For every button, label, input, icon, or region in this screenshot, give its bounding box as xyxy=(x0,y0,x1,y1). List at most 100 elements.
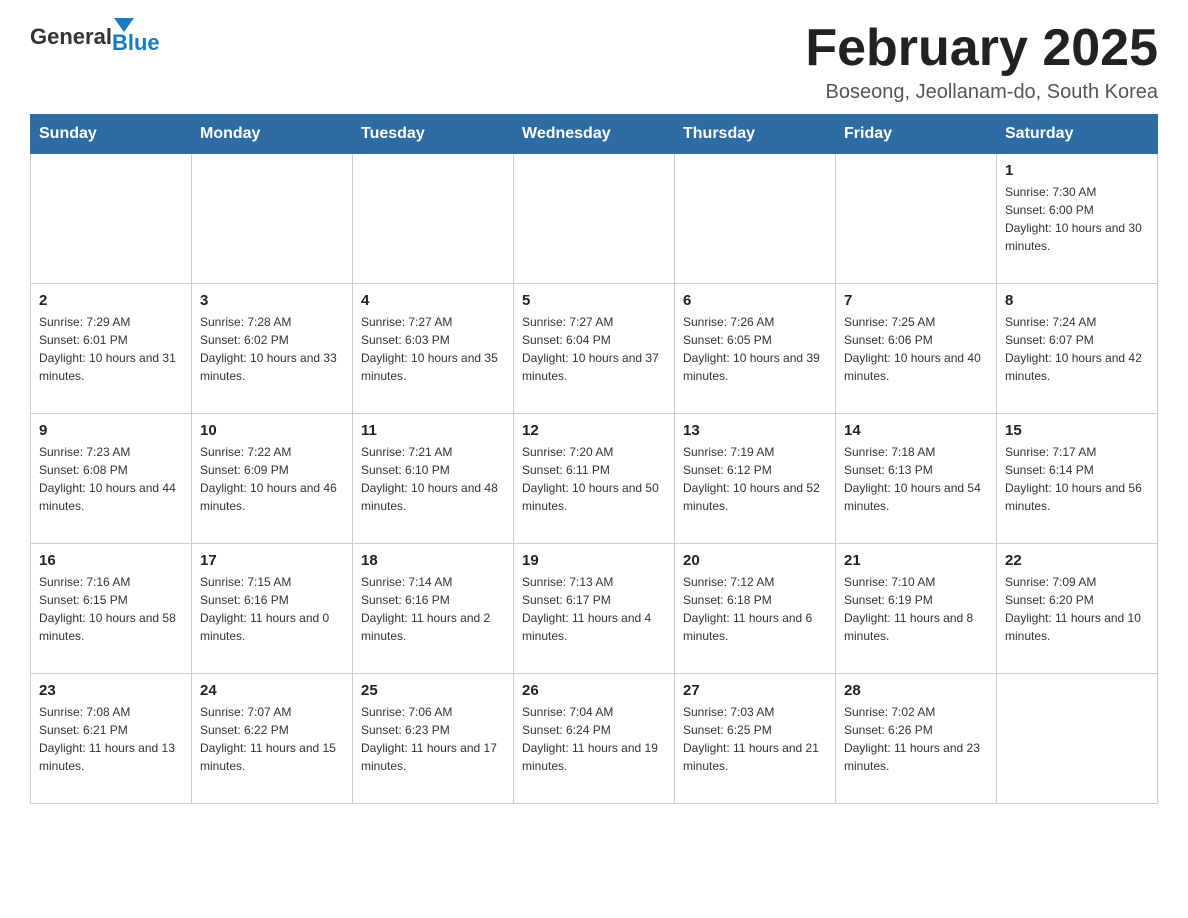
day-cell xyxy=(836,154,997,284)
day-number: 17 xyxy=(200,552,344,569)
title-section: February 2025 Boseong, Jeollanam-do, Sou… xyxy=(805,20,1158,104)
day-cell xyxy=(675,154,836,284)
logo-blue-text: Blue xyxy=(112,32,160,54)
day-cell: 26 Sunrise: 7:04 AMSunset: 6:24 PMDayligh… xyxy=(514,674,675,804)
day-number: 27 xyxy=(683,682,827,699)
day-number: 15 xyxy=(1005,422,1149,439)
day-cell: 14Sunrise: 7:18 AMSunset: 6:13 PMDayligh… xyxy=(836,414,997,544)
weekday-header-monday: Monday xyxy=(192,115,353,154)
day-number: 6 xyxy=(683,292,827,309)
day-cell: 8 Sunrise: 7:24 AMSunset: 6:07 PMDaylight… xyxy=(997,284,1158,414)
day-cell xyxy=(353,154,514,284)
day-number: 5 xyxy=(522,292,666,309)
day-cell: 19 Sunrise: 7:13 AMSunset: 6:17 PMDayligh… xyxy=(514,544,675,674)
day-cell xyxy=(514,154,675,284)
logo-general-text: General xyxy=(30,24,112,50)
day-info: Sunrise: 7:18 AMSunset: 6:13 PMDaylight:… xyxy=(844,443,988,515)
day-cell: 21 Sunrise: 7:10 AMSunset: 6:19 PMDayligh… xyxy=(836,544,997,674)
day-cell: 27Sunrise: 7:03 AMSunset: 6:25 PMDayligh… xyxy=(675,674,836,804)
weekday-header-saturday: Saturday xyxy=(997,115,1158,154)
day-cell: 11Sunrise: 7:21 AMSunset: 6:10 PMDayligh… xyxy=(353,414,514,544)
day-cell: 2Sunrise: 7:29 AMSunset: 6:01 PMDaylight… xyxy=(31,284,192,414)
weekday-header-wednesday: Wednesday xyxy=(514,115,675,154)
month-title: February 2025 xyxy=(805,20,1158,77)
day-number: 16 xyxy=(39,552,183,569)
day-info: Sunrise: 7:30 AMSunset: 6:00 PMDaylight:… xyxy=(1005,183,1149,255)
day-info: Sunrise: 7:10 AMSunset: 6:19 PMDaylight:… xyxy=(844,573,988,645)
week-row-3: 9 Sunrise: 7:23 AMSunset: 6:08 PMDaylight… xyxy=(31,414,1158,544)
weekday-header-sunday: Sunday xyxy=(31,115,192,154)
calendar-table: SundayMondayTuesdayWednesdayThursdayFrid… xyxy=(30,114,1158,804)
day-number: 4 xyxy=(361,292,505,309)
day-info: Sunrise: 7:21 AMSunset: 6:10 PMDaylight:… xyxy=(361,443,505,515)
day-cell: 20 Sunrise: 7:12 AMSunset: 6:18 PMDayligh… xyxy=(675,544,836,674)
day-number: 9 xyxy=(39,422,183,439)
weekday-header-row: SundayMondayTuesdayWednesdayThursdayFrid… xyxy=(31,115,1158,154)
day-number: 13 xyxy=(683,422,827,439)
weekday-header-tuesday: Tuesday xyxy=(353,115,514,154)
day-number: 19 xyxy=(522,552,666,569)
logo-blue-part: Blue xyxy=(112,20,160,54)
day-number: 24 xyxy=(200,682,344,699)
day-info: Sunrise: 7:12 AMSunset: 6:18 PMDaylight:… xyxy=(683,573,827,645)
day-number: 3 xyxy=(200,292,344,309)
day-cell: 13 Sunrise: 7:19 AMSunset: 6:12 PMDayligh… xyxy=(675,414,836,544)
day-cell: 25Sunrise: 7:06 AMSunset: 6:23 PMDayligh… xyxy=(353,674,514,804)
day-cell: 5 Sunrise: 7:27 AMSunset: 6:04 PMDaylight… xyxy=(514,284,675,414)
day-number: 22 xyxy=(1005,552,1149,569)
week-row-2: 2Sunrise: 7:29 AMSunset: 6:01 PMDaylight… xyxy=(31,284,1158,414)
day-info: Sunrise: 7:27 AMSunset: 6:03 PMDaylight:… xyxy=(361,313,505,385)
day-info: Sunrise: 7:19 AMSunset: 6:12 PMDaylight:… xyxy=(683,443,827,515)
week-row-5: 23Sunrise: 7:08 AMSunset: 6:21 PMDayligh… xyxy=(31,674,1158,804)
day-number: 26 xyxy=(522,682,666,699)
day-cell: 9 Sunrise: 7:23 AMSunset: 6:08 PMDaylight… xyxy=(31,414,192,544)
day-info: Sunrise: 7:28 AMSunset: 6:02 PMDaylight:… xyxy=(200,313,344,385)
day-info: Sunrise: 7:02 AMSunset: 6:26 PMDaylight:… xyxy=(844,703,988,775)
day-info: Sunrise: 7:25 AMSunset: 6:06 PMDaylight:… xyxy=(844,313,988,385)
day-number: 1 xyxy=(1005,162,1149,179)
day-cell: 1 Sunrise: 7:30 AMSunset: 6:00 PMDaylight… xyxy=(997,154,1158,284)
day-cell: 18 Sunrise: 7:14 AMSunset: 6:16 PMDayligh… xyxy=(353,544,514,674)
day-number: 2 xyxy=(39,292,183,309)
day-info: Sunrise: 7:23 AMSunset: 6:08 PMDaylight:… xyxy=(39,443,183,515)
weekday-header-thursday: Thursday xyxy=(675,115,836,154)
day-number: 20 xyxy=(683,552,827,569)
day-number: 23 xyxy=(39,682,183,699)
day-cell: 4 Sunrise: 7:27 AMSunset: 6:03 PMDaylight… xyxy=(353,284,514,414)
day-info: Sunrise: 7:09 AMSunset: 6:20 PMDaylight:… xyxy=(1005,573,1149,645)
location-title: Boseong, Jeollanam-do, South Korea xyxy=(805,81,1158,104)
day-info: Sunrise: 7:14 AMSunset: 6:16 PMDaylight:… xyxy=(361,573,505,645)
day-cell: 6 Sunrise: 7:26 AMSunset: 6:05 PMDaylight… xyxy=(675,284,836,414)
day-number: 18 xyxy=(361,552,505,569)
day-cell: 12 Sunrise: 7:20 AMSunset: 6:11 PMDayligh… xyxy=(514,414,675,544)
day-info: Sunrise: 7:22 AMSunset: 6:09 PMDaylight:… xyxy=(200,443,344,515)
day-cell: 10 Sunrise: 7:22 AMSunset: 6:09 PMDayligh… xyxy=(192,414,353,544)
day-info: Sunrise: 7:16 AMSunset: 6:15 PMDaylight:… xyxy=(39,573,183,645)
day-number: 10 xyxy=(200,422,344,439)
day-info: Sunrise: 7:13 AMSunset: 6:17 PMDaylight:… xyxy=(522,573,666,645)
day-info: Sunrise: 7:27 AMSunset: 6:04 PMDaylight:… xyxy=(522,313,666,385)
day-info: Sunrise: 7:26 AMSunset: 6:05 PMDaylight:… xyxy=(683,313,827,385)
logo: General Blue xyxy=(30,20,160,54)
day-info: Sunrise: 7:20 AMSunset: 6:11 PMDaylight:… xyxy=(522,443,666,515)
day-cell: 3 Sunrise: 7:28 AMSunset: 6:02 PMDaylight… xyxy=(192,284,353,414)
day-cell xyxy=(192,154,353,284)
day-info: Sunrise: 7:07 AMSunset: 6:22 PMDaylight:… xyxy=(200,703,344,775)
day-info: Sunrise: 7:24 AMSunset: 6:07 PMDaylight:… xyxy=(1005,313,1149,385)
day-cell: 24 Sunrise: 7:07 AMSunset: 6:22 PMDayligh… xyxy=(192,674,353,804)
day-cell: 7 Sunrise: 7:25 AMSunset: 6:06 PMDaylight… xyxy=(836,284,997,414)
day-info: Sunrise: 7:06 AMSunset: 6:23 PMDaylight:… xyxy=(361,703,505,775)
weekday-header-friday: Friday xyxy=(836,115,997,154)
page-header: General Blue February 2025 Boseong, Jeol… xyxy=(30,20,1158,104)
day-info: Sunrise: 7:15 AMSunset: 6:16 PMDaylight:… xyxy=(200,573,344,645)
week-row-4: 16 Sunrise: 7:16 AMSunset: 6:15 PMDayligh… xyxy=(31,544,1158,674)
day-number: 7 xyxy=(844,292,988,309)
day-cell xyxy=(997,674,1158,804)
week-row-1: 1 Sunrise: 7:30 AMSunset: 6:00 PMDaylight… xyxy=(31,154,1158,284)
day-number: 8 xyxy=(1005,292,1149,309)
day-cell: 15Sunrise: 7:17 AMSunset: 6:14 PMDayligh… xyxy=(997,414,1158,544)
day-info: Sunrise: 7:04 AMSunset: 6:24 PMDaylight:… xyxy=(522,703,666,775)
day-number: 21 xyxy=(844,552,988,569)
day-number: 12 xyxy=(522,422,666,439)
day-cell: 16 Sunrise: 7:16 AMSunset: 6:15 PMDayligh… xyxy=(31,544,192,674)
